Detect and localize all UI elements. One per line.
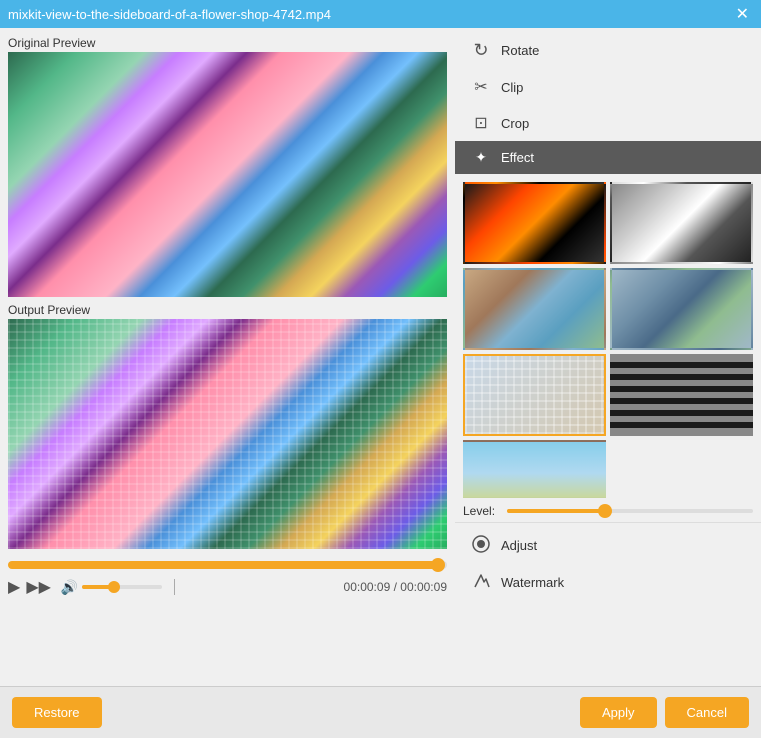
effect-icon: ✦ <box>471 149 491 166</box>
window-title: mixkit-view-to-the-sideboard-of-a-flower… <box>8 7 331 22</box>
output-label: Output Preview <box>8 303 447 317</box>
titlebar: mixkit-view-to-the-sideboard-of-a-flower… <box>0 0 761 28</box>
effect-thumb-sky[interactable] <box>463 440 606 498</box>
right-panel: ↻ Rotate ✂ Clip ⊡ Crop ✦ Effect <box>455 28 761 605</box>
adjust-icon <box>471 535 491 556</box>
time-display: 00:00:09 / 00:00:09 <box>344 580 447 594</box>
original-label: Original Preview <box>8 36 447 50</box>
volume-area: 🔊 <box>61 579 162 596</box>
playback-controls: ▶ ▶▶ 🔊 00:00:09 / 00:00:09 <box>8 577 447 597</box>
close-button[interactable]: ✕ <box>732 2 753 26</box>
menu-item-watermark[interactable]: Watermark <box>455 564 761 601</box>
volume-slider[interactable] <box>82 585 162 589</box>
level-thumb[interactable] <box>598 504 612 518</box>
menu-label-clip: Clip <box>501 80 523 95</box>
progress-thumb[interactable] <box>431 558 445 572</box>
menu-item-clip[interactable]: ✂ Clip <box>455 69 761 105</box>
right-menu: ↻ Rotate ✂ Clip ⊡ Crop ✦ Effect <box>455 28 761 178</box>
level-area: Level: <box>455 498 761 522</box>
main-window: mixkit-view-to-the-sideboard-of-a-flower… <box>0 0 761 738</box>
rotate-icon: ↻ <box>471 40 491 61</box>
menu-item-effect[interactable]: ✦ Effect <box>455 141 761 174</box>
time-current: 00:00:09 <box>344 580 391 594</box>
effect-thumb-normal2[interactable] <box>610 268 753 350</box>
apply-button[interactable]: Apply <box>580 697 657 728</box>
footer-bar: Restore Apply Cancel <box>0 686 761 738</box>
footer-right-buttons: Apply Cancel <box>580 697 749 728</box>
level-slider[interactable] <box>507 509 753 513</box>
controls-area: ▶ ▶▶ 🔊 00:00:09 / 00:00:09 <box>8 555 447 601</box>
original-preview-image <box>8 52 447 297</box>
main-content: Original Preview Output Preview ▶ <box>0 28 761 686</box>
effects-grid <box>455 178 761 498</box>
output-preview-box <box>8 319 447 549</box>
progress-bar[interactable] <box>8 561 447 569</box>
effect-thumb-crossstitch[interactable] <box>463 354 606 436</box>
play-button[interactable]: ▶ <box>8 577 20 597</box>
right-side-wrapper: ↻ Rotate ✂ Clip ⊡ Crop ✦ Effect <box>455 28 761 686</box>
effect-thumb-bw[interactable] <box>610 182 753 264</box>
restore-button[interactable]: Restore <box>12 697 102 728</box>
original-preview-section: Original Preview <box>8 36 447 297</box>
menu-item-adjust[interactable]: Adjust <box>455 527 761 564</box>
effect-thumb-normal1[interactable] <box>463 268 606 350</box>
time-separator: / <box>394 580 397 594</box>
crop-icon: ⊡ <box>471 113 491 133</box>
effect-thumb-sketch[interactable] <box>463 182 606 264</box>
menu-label-rotate: Rotate <box>501 43 539 58</box>
effect-thumb-blinds[interactable] <box>610 354 753 436</box>
bottom-menu: Adjust Watermark <box>455 522 761 605</box>
output-preview-image <box>8 319 447 549</box>
menu-label-adjust: Adjust <box>501 538 537 553</box>
menu-item-crop[interactable]: ⊡ Crop <box>455 105 761 141</box>
level-fill <box>507 509 605 513</box>
menu-item-rotate[interactable]: ↻ Rotate <box>455 32 761 69</box>
time-total: 00:00:09 <box>400 580 447 594</box>
skip-button[interactable]: ▶▶ <box>26 577 51 597</box>
volume-thumb[interactable] <box>108 581 120 593</box>
volume-icon: 🔊 <box>61 579 78 596</box>
menu-label-crop: Crop <box>501 116 529 131</box>
left-panel: Original Preview Output Preview ▶ <box>0 28 455 686</box>
output-preview-section: Output Preview <box>8 303 447 549</box>
original-preview-box <box>8 52 447 297</box>
level-label: Level: <box>463 504 499 518</box>
clip-icon: ✂ <box>471 77 491 97</box>
menu-label-effect: Effect <box>501 150 534 165</box>
cancel-button[interactable]: Cancel <box>665 697 749 728</box>
divider <box>174 579 175 595</box>
menu-label-watermark: Watermark <box>501 575 564 590</box>
watermark-icon <box>471 572 491 593</box>
progress-fill <box>8 561 438 569</box>
